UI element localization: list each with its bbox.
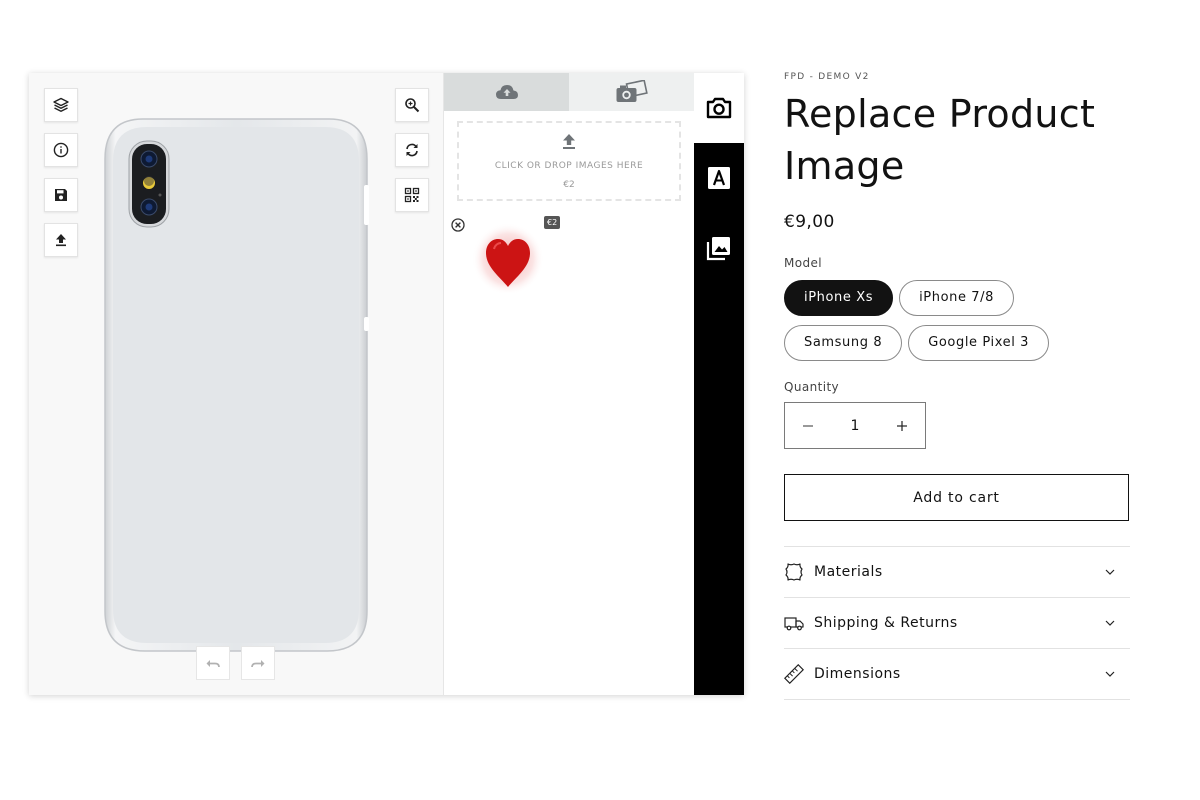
quantity-input[interactable]: 1 xyxy=(851,418,860,434)
product-title-line2: Image xyxy=(784,144,905,188)
text-icon xyxy=(708,167,730,189)
quantity-stepper: 1 xyxy=(784,402,926,449)
leather-icon xyxy=(785,563,803,581)
redo-icon xyxy=(251,660,265,668)
nav-images[interactable] xyxy=(694,213,744,283)
redo-button[interactable] xyxy=(241,646,275,680)
upload-arrow-icon xyxy=(563,134,575,149)
dropzone-price: €2 xyxy=(563,180,575,190)
nav-text[interactable] xyxy=(694,143,744,213)
product-title: Replace Product Image xyxy=(784,88,1130,192)
zoom-button[interactable] xyxy=(395,88,429,122)
save-button[interactable] xyxy=(44,178,78,212)
images-icon xyxy=(706,237,730,261)
product-info: FPD - DEMO V2 Replace Product Image €9,0… xyxy=(784,72,1130,700)
upload-icon xyxy=(56,234,66,247)
model-option-iphone-7-8[interactable]: iPhone 7/8 xyxy=(899,280,1015,316)
chevron-down-icon xyxy=(1105,569,1115,575)
image-dropzone[interactable]: CLICK OR DROP IMAGES HERE €2 xyxy=(457,121,681,201)
product-vendor: FPD - DEMO V2 xyxy=(784,72,870,82)
reset-button[interactable] xyxy=(395,133,429,167)
plus-icon xyxy=(896,420,907,431)
product-title-line1: Replace Product xyxy=(784,92,1096,136)
design-stage[interactable] xyxy=(29,73,444,695)
accordion-materials[interactable]: Materials xyxy=(784,547,1130,598)
chevron-down-icon xyxy=(1105,620,1115,626)
model-options: iPhone Xs iPhone 7/8 Samsung 8 Google Pixe… xyxy=(784,280,1130,370)
remove-image-button[interactable] xyxy=(451,217,465,232)
close-icon xyxy=(451,218,465,232)
product-accordion: Materials Shipping & Returns Dimensions xyxy=(784,546,1130,700)
truck-icon xyxy=(784,617,804,631)
tab-upload[interactable] xyxy=(444,73,569,111)
accordion-dimensions-label: Dimensions xyxy=(814,666,901,682)
phone-case-preview[interactable] xyxy=(103,117,369,653)
zoom-icon xyxy=(405,98,420,113)
chevron-down-icon xyxy=(1105,671,1115,677)
add-to-cart-button[interactable]: Add to cart xyxy=(784,474,1129,521)
product-price: €9,00 xyxy=(784,212,835,232)
accordion-shipping-label: Shipping & Returns xyxy=(814,615,958,631)
qr-code-button[interactable] xyxy=(395,178,429,212)
info-icon xyxy=(53,142,69,158)
minus-icon xyxy=(803,424,813,427)
accordion-dimensions[interactable]: Dimensions xyxy=(784,649,1130,700)
module-sidenav xyxy=(694,73,744,695)
layers-icon xyxy=(53,97,69,112)
accordion-shipping[interactable]: Shipping & Returns xyxy=(784,598,1130,649)
uploaded-image-thumbnail[interactable] xyxy=(470,221,546,297)
image-price-badge: €2 xyxy=(544,216,561,229)
cloud-upload-icon xyxy=(495,85,518,99)
tab-photos[interactable] xyxy=(569,73,694,111)
info-button[interactable] xyxy=(44,133,78,167)
model-label: Model xyxy=(784,256,823,270)
photos-icon xyxy=(616,80,648,102)
product-designer: CLICK OR DROP IMAGES HERE €2 €2 xyxy=(29,73,744,695)
model-option-samsung-8[interactable]: Samsung 8 xyxy=(784,325,903,361)
undo-icon xyxy=(206,660,220,668)
camera-icon xyxy=(706,97,732,119)
model-option-iphone-xs[interactable]: iPhone Xs xyxy=(784,280,894,316)
nav-images-upload[interactable] xyxy=(694,73,744,143)
quantity-decrease-button[interactable] xyxy=(797,415,819,437)
accordion-materials-label: Materials xyxy=(814,564,883,580)
dropzone-text: CLICK OR DROP IMAGES HERE xyxy=(494,161,644,171)
quantity-increase-button[interactable] xyxy=(891,415,913,437)
model-option-google-pixel-3[interactable]: Google Pixel 3 xyxy=(908,325,1050,361)
heart-image xyxy=(472,223,544,295)
qr-code-icon xyxy=(404,187,420,203)
quantity-label: Quantity xyxy=(784,380,840,394)
ruler-icon xyxy=(784,664,804,684)
reset-icon xyxy=(406,143,418,157)
layers-button[interactable] xyxy=(44,88,78,122)
save-icon xyxy=(55,189,67,201)
image-module: CLICK OR DROP IMAGES HERE €2 €2 xyxy=(444,73,694,695)
upload-design-button[interactable] xyxy=(44,223,78,257)
undo-button[interactable] xyxy=(196,646,230,680)
